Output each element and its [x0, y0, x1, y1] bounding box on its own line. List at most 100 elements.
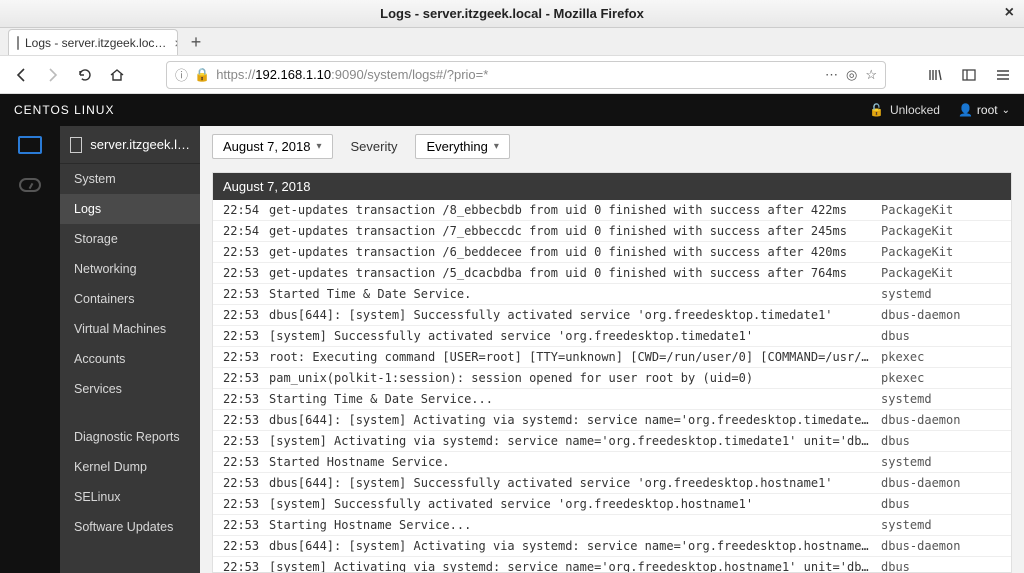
- log-source: PackageKit: [881, 203, 1001, 217]
- log-row[interactable]: 22:53pam_unix(polkit-1:session): session…: [213, 368, 1011, 389]
- privileged-label: Unlocked: [890, 103, 940, 117]
- log-source: dbus: [881, 434, 1001, 448]
- browser-tabstrip: Logs - server.itzgeek.loc… × +: [0, 28, 1024, 56]
- library-icon[interactable]: [924, 64, 946, 86]
- log-row[interactable]: 22:53Started Hostname Service.systemd: [213, 452, 1011, 473]
- log-message: [system] Successfully activated service …: [269, 329, 881, 343]
- log-time: 22:53: [223, 455, 269, 469]
- log-row[interactable]: 22:53[system] Activating via systemd: se…: [213, 431, 1011, 452]
- window-close-button[interactable]: ×: [1005, 5, 1014, 21]
- sidebar-item-software-updates[interactable]: Software Updates: [60, 512, 200, 542]
- user-icon: 👤: [958, 103, 973, 117]
- severity-title: Severity: [351, 139, 398, 154]
- log-time: 22:53: [223, 476, 269, 490]
- log-time: 22:53: [223, 413, 269, 427]
- log-row[interactable]: 22:53dbus[644]: [system] Successfully ac…: [213, 305, 1011, 326]
- sidebar-item-storage[interactable]: Storage: [60, 224, 200, 254]
- log-time: 22:53: [223, 518, 269, 532]
- log-row[interactable]: 22:53dbus[644]: [system] Activating via …: [213, 536, 1011, 557]
- log-row[interactable]: 22:53Starting Hostname Service...systemd: [213, 515, 1011, 536]
- browser-tab[interactable]: Logs - server.itzgeek.loc… ×: [8, 29, 178, 55]
- log-message: Started Time & Date Service.: [269, 287, 881, 301]
- date-picker[interactable]: August 7, 2018 ▾: [212, 134, 333, 159]
- browser-toolbar: ⓘ 🔒 https://192.168.1.10:9090/system/log…: [0, 56, 1024, 94]
- log-source: PackageKit: [881, 266, 1001, 280]
- nav-list-secondary: Diagnostic ReportsKernel DumpSELinuxSoft…: [60, 422, 200, 542]
- nav-home-button[interactable]: [106, 64, 128, 86]
- log-source: systemd: [881, 455, 1001, 469]
- host-icon[interactable]: [18, 136, 42, 154]
- log-row[interactable]: 22:53Starting Time & Date Service...syst…: [213, 389, 1011, 410]
- lock-icon: 🔒: [194, 67, 210, 83]
- log-row[interactable]: 22:54get-updates transaction /7_ebbeccdc…: [213, 221, 1011, 242]
- log-panel[interactable]: August 7, 2018 22:54get-updates transact…: [212, 172, 1012, 573]
- log-message: get-updates transaction /7_ebbeccdc from…: [269, 224, 881, 238]
- log-time: 22:53: [223, 245, 269, 259]
- sidebar-item-diagnostic-reports[interactable]: Diagnostic Reports: [60, 422, 200, 452]
- log-message: [system] Activating via systemd: service…: [269, 434, 881, 448]
- log-time: 22:53: [223, 560, 269, 573]
- menu-icon[interactable]: [992, 64, 1014, 86]
- brand-label: CENTOS LINUX: [14, 103, 869, 117]
- lock-open-icon: 🔓: [869, 103, 884, 117]
- privileged-status[interactable]: 🔓 Unlocked: [869, 103, 940, 117]
- sidebar-item-containers[interactable]: Containers: [60, 284, 200, 314]
- log-source: dbus: [881, 560, 1001, 573]
- severity-picker[interactable]: Everything ▾: [415, 134, 509, 159]
- log-message: get-updates transaction /6_beddecee from…: [269, 245, 881, 259]
- log-row[interactable]: 22:53[system] Activating via systemd: se…: [213, 557, 1011, 573]
- server-header[interactable]: server.itzgeek.l…: [60, 126, 200, 164]
- sidebar: server.itzgeek.l… SystemLogsStorageNetwo…: [60, 126, 200, 573]
- log-source: dbus-daemon: [881, 539, 1001, 553]
- log-message: Starting Time & Date Service...: [269, 392, 881, 406]
- log-source: pkexec: [881, 371, 1001, 385]
- log-date-header: August 7, 2018: [213, 173, 1011, 200]
- log-source: systemd: [881, 287, 1001, 301]
- nav-list-primary: SystemLogsStorageNetworkingContainersVir…: [60, 164, 200, 404]
- new-tab-button[interactable]: +: [182, 29, 210, 55]
- log-message: Starting Hostname Service...: [269, 518, 881, 532]
- log-message: dbus[644]: [system] Successfully activat…: [269, 476, 881, 490]
- log-row[interactable]: 22:53get-updates transaction /5_dcacbdba…: [213, 263, 1011, 284]
- url-bar[interactable]: ⓘ 🔒 https://192.168.1.10:9090/system/log…: [166, 61, 886, 89]
- log-row[interactable]: 22:53root: Executing command [USER=root]…: [213, 347, 1011, 368]
- window-title: Logs - server.itzgeek.local - Mozilla Fi…: [380, 6, 644, 21]
- log-source: dbus-daemon: [881, 413, 1001, 427]
- log-row[interactable]: 22:53dbus[644]: [system] Successfully ac…: [213, 473, 1011, 494]
- log-source: dbus-daemon: [881, 308, 1001, 322]
- log-source: dbus: [881, 497, 1001, 511]
- log-message: [system] Activating via systemd: service…: [269, 560, 881, 573]
- info-icon[interactable]: ⓘ: [175, 65, 188, 84]
- nav-forward-button[interactable]: [42, 64, 64, 86]
- sidebar-item-virtual-machines[interactable]: Virtual Machines: [60, 314, 200, 344]
- sidebar-item-accounts[interactable]: Accounts: [60, 344, 200, 374]
- tab-close-button[interactable]: ×: [174, 35, 178, 51]
- dashboard-icon[interactable]: [19, 178, 41, 192]
- log-row[interactable]: 22:53dbus[644]: [system] Activating via …: [213, 410, 1011, 431]
- date-picker-label: August 7, 2018: [223, 139, 310, 154]
- sidebar-item-kernel-dump[interactable]: Kernel Dump: [60, 452, 200, 482]
- log-row[interactable]: 22:53Started Time & Date Service.systemd: [213, 284, 1011, 305]
- log-row[interactable]: 22:53[system] Successfully activated ser…: [213, 494, 1011, 515]
- sidebar-item-system[interactable]: System: [60, 164, 200, 194]
- chevron-down-icon: ▾: [316, 141, 321, 152]
- log-message: get-updates transaction /8_ebbecbdb from…: [269, 203, 881, 217]
- tab-title: Logs - server.itzgeek.loc…: [25, 36, 166, 50]
- log-row[interactable]: 22:53get-updates transaction /6_beddecee…: [213, 242, 1011, 263]
- sidebar-item-logs[interactable]: Logs: [60, 194, 200, 224]
- nav-back-button[interactable]: [10, 64, 32, 86]
- log-message: Started Hostname Service.: [269, 455, 881, 469]
- sidebar-item-services[interactable]: Services: [60, 374, 200, 404]
- nav-reload-button[interactable]: [74, 64, 96, 86]
- log-row[interactable]: 22:53[system] Successfully activated ser…: [213, 326, 1011, 347]
- user-label: root: [977, 103, 998, 117]
- sidebar-item-selinux[interactable]: SELinux: [60, 482, 200, 512]
- reader-view-icon[interactable]: ◎: [846, 67, 857, 83]
- sidebar-toggle-icon[interactable]: [958, 64, 980, 86]
- user-menu[interactable]: 👤 root ⌄: [958, 103, 1010, 117]
- bookmark-star-icon[interactable]: ☆: [865, 67, 877, 83]
- page-actions-icon[interactable]: ⋯: [825, 67, 838, 83]
- log-row[interactable]: 22:54get-updates transaction /8_ebbecbdb…: [213, 200, 1011, 221]
- sidebar-item-networking[interactable]: Networking: [60, 254, 200, 284]
- log-message: [system] Successfully activated service …: [269, 497, 881, 511]
